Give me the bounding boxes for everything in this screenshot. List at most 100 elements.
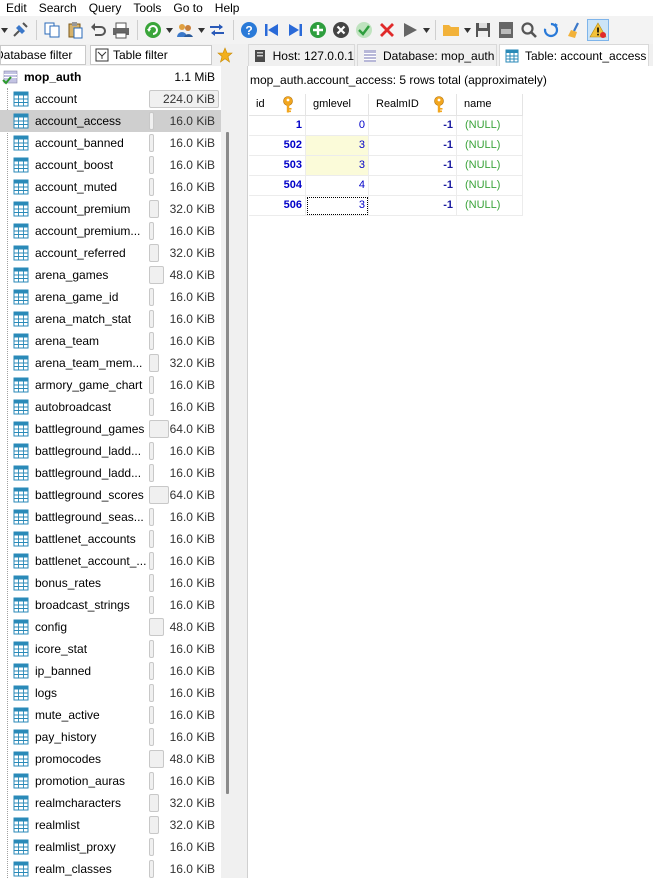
database-filter-input[interactable]: Database filter [0,45,86,65]
export-csv-icon[interactable] [495,19,517,41]
tree-item-arena-team[interactable]: arena_team 16.0 KiB [0,330,221,352]
cell-name[interactable]: (NULL) [457,196,523,216]
menu-search[interactable]: Search [33,1,83,15]
tree-item-account-access[interactable]: account_access 16.0 KiB [0,110,221,132]
cell-name[interactable]: (NULL) [457,156,523,176]
tree-item-account-premium[interactable]: account_premium... 16.0 KiB [0,220,221,242]
column-header-gmlevel[interactable]: gmlevel [306,94,369,116]
add-row-icon[interactable] [307,19,329,41]
cell-realmid[interactable]: -1 [369,116,457,136]
tree-item-battlenet-accounts[interactable]: battlenet_accounts 16.0 KiB [0,528,221,550]
cell-realmid[interactable]: -1 [369,136,457,156]
tree-item-ip-banned[interactable]: ip_banned 16.0 KiB [0,660,221,682]
paste-icon[interactable] [64,19,86,41]
menu-help[interactable]: Help [209,1,246,15]
tree-item-realmlist[interactable]: realmlist 32.0 KiB [0,814,221,836]
tab-table[interactable]: Table: account_access [499,44,649,66]
cell-realmid[interactable]: -1 [369,196,457,216]
cell-gmlevel[interactable]: 3 [306,136,369,156]
cell-realmid[interactable]: -1 [369,156,457,176]
cell-id[interactable]: 502 [249,136,306,156]
cell-gmlevel[interactable]: 3 [306,196,369,216]
tree-item-broadcast-strings[interactable]: broadcast_strings 16.0 KiB [0,594,221,616]
print-icon[interactable] [110,19,132,41]
tree-item-account-referred[interactable]: account_referred 32.0 KiB [0,242,221,264]
warning-icon[interactable] [587,19,609,41]
cell-gmlevel[interactable]: 4 [306,176,369,196]
menu-edit[interactable]: Edit [0,1,33,15]
tree-item-battlenet-account-[interactable]: battlenet_account_... 16.0 KiB [0,550,221,572]
help-icon[interactable]: ? [238,19,260,41]
tree-item-pay-history[interactable]: pay_history 16.0 KiB [0,726,221,748]
tree-item-battleground-seas[interactable]: battleground_seas... 16.0 KiB [0,506,221,528]
menu-go-to[interactable]: Go to [167,1,208,15]
cell-name[interactable]: (NULL) [457,136,523,156]
dropdown-arrow-icon[interactable] [0,19,9,41]
tree-item-arena-game-id[interactable]: arena_game_id 16.0 KiB [0,286,221,308]
refresh-icon[interactable] [142,19,164,41]
tree-item-armory-game-chart[interactable]: armory_game_chart 16.0 KiB [0,374,221,396]
save-icon[interactable] [472,19,494,41]
tree-item-battleground-ladd[interactable]: battleground_ladd... 16.0 KiB [0,440,221,462]
tree-item-account[interactable]: account 224.0 KiB [0,88,221,110]
tree-item-logs[interactable]: logs 16.0 KiB [0,682,221,704]
menu-tools[interactable]: Tools [127,1,167,15]
tree-item-arena-match-stat[interactable]: arena_match_stat 16.0 KiB [0,308,221,330]
sync-icon[interactable] [206,19,228,41]
copy-icon[interactable] [41,19,63,41]
panel-splitter[interactable] [221,66,247,878]
menu-query[interactable]: Query [83,1,128,15]
tree-item-promocodes[interactable]: promocodes 48.0 KiB [0,748,221,770]
cell-name[interactable]: (NULL) [457,116,523,136]
dropdown-arrow-icon[interactable] [422,19,431,41]
cell-id[interactable]: 503 [249,156,306,176]
tree-item-battleground-ladd[interactable]: battleground_ladd... 16.0 KiB [0,462,221,484]
tree-item-account-muted[interactable]: account_muted 16.0 KiB [0,176,221,198]
connect-icon[interactable] [9,19,31,41]
tree-item-account-boost[interactable]: account_boost 16.0 KiB [0,154,221,176]
tree-item-account-banned[interactable]: account_banned 16.0 KiB [0,132,221,154]
cell-id[interactable]: 506 [249,196,306,216]
cell-id[interactable]: 504 [249,176,306,196]
search-icon[interactable] [518,19,540,41]
apply-icon[interactable] [353,19,375,41]
tree-item-battleground-games[interactable]: battleground_games 64.0 KiB [0,418,221,440]
tree-item-arena-games[interactable]: arena_games 48.0 KiB [0,264,221,286]
column-header-realmid[interactable]: RealmID [369,94,457,116]
clean-icon[interactable] [564,19,586,41]
tree-item-icore-stat[interactable]: icore_stat 16.0 KiB [0,638,221,660]
dropdown-arrow-icon[interactable] [165,19,174,41]
tab-host[interactable]: Host: 127.0.0.1 [248,44,355,66]
last-icon[interactable] [284,19,306,41]
tree-item-arena-team-mem[interactable]: arena_team_mem... 32.0 KiB [0,352,221,374]
cell-name[interactable]: (NULL) [457,176,523,196]
column-header-name[interactable]: name [457,94,523,116]
favorites-star-icon[interactable] [215,46,235,64]
first-icon[interactable] [261,19,283,41]
tree-root-database[interactable]: mop_auth 1.1 MiB [0,66,221,88]
cell-gmlevel[interactable]: 3 [306,156,369,176]
remove-row-icon[interactable] [330,19,352,41]
undo-icon[interactable] [87,19,109,41]
cell-id[interactable]: 1 [249,116,306,136]
tree-item-mute-active[interactable]: mute_active 16.0 KiB [0,704,221,726]
tree-item-battleground-scores[interactable]: battleground_scores 64.0 KiB [0,484,221,506]
tree-item-promotion-auras[interactable]: promotion_auras 16.0 KiB [0,770,221,792]
open-folder-icon[interactable] [440,19,462,41]
table-filter-input[interactable]: Table filter [90,45,212,65]
dropdown-arrow-icon[interactable] [197,19,206,41]
run-icon[interactable] [399,19,421,41]
column-header-id[interactable]: id [249,94,306,116]
cell-realmid[interactable]: -1 [369,176,457,196]
tree-item-bonus-rates[interactable]: bonus_rates 16.0 KiB [0,572,221,594]
tree-item-realmcharacters[interactable]: realmcharacters 32.0 KiB [0,792,221,814]
tree-item-autobroadcast[interactable]: autobroadcast 16.0 KiB [0,396,221,418]
cell-gmlevel[interactable]: 0 [306,116,369,136]
user-manager-icon[interactable] [174,19,196,41]
tree-item-account-premium[interactable]: account_premium 32.0 KiB [0,198,221,220]
cancel-icon[interactable] [376,19,398,41]
tree-item-config[interactable]: config 48.0 KiB [0,616,221,638]
tree-scrollbar-thumb[interactable] [226,132,229,794]
find-replace-icon[interactable] [541,19,563,41]
dropdown-arrow-icon[interactable] [463,19,472,41]
